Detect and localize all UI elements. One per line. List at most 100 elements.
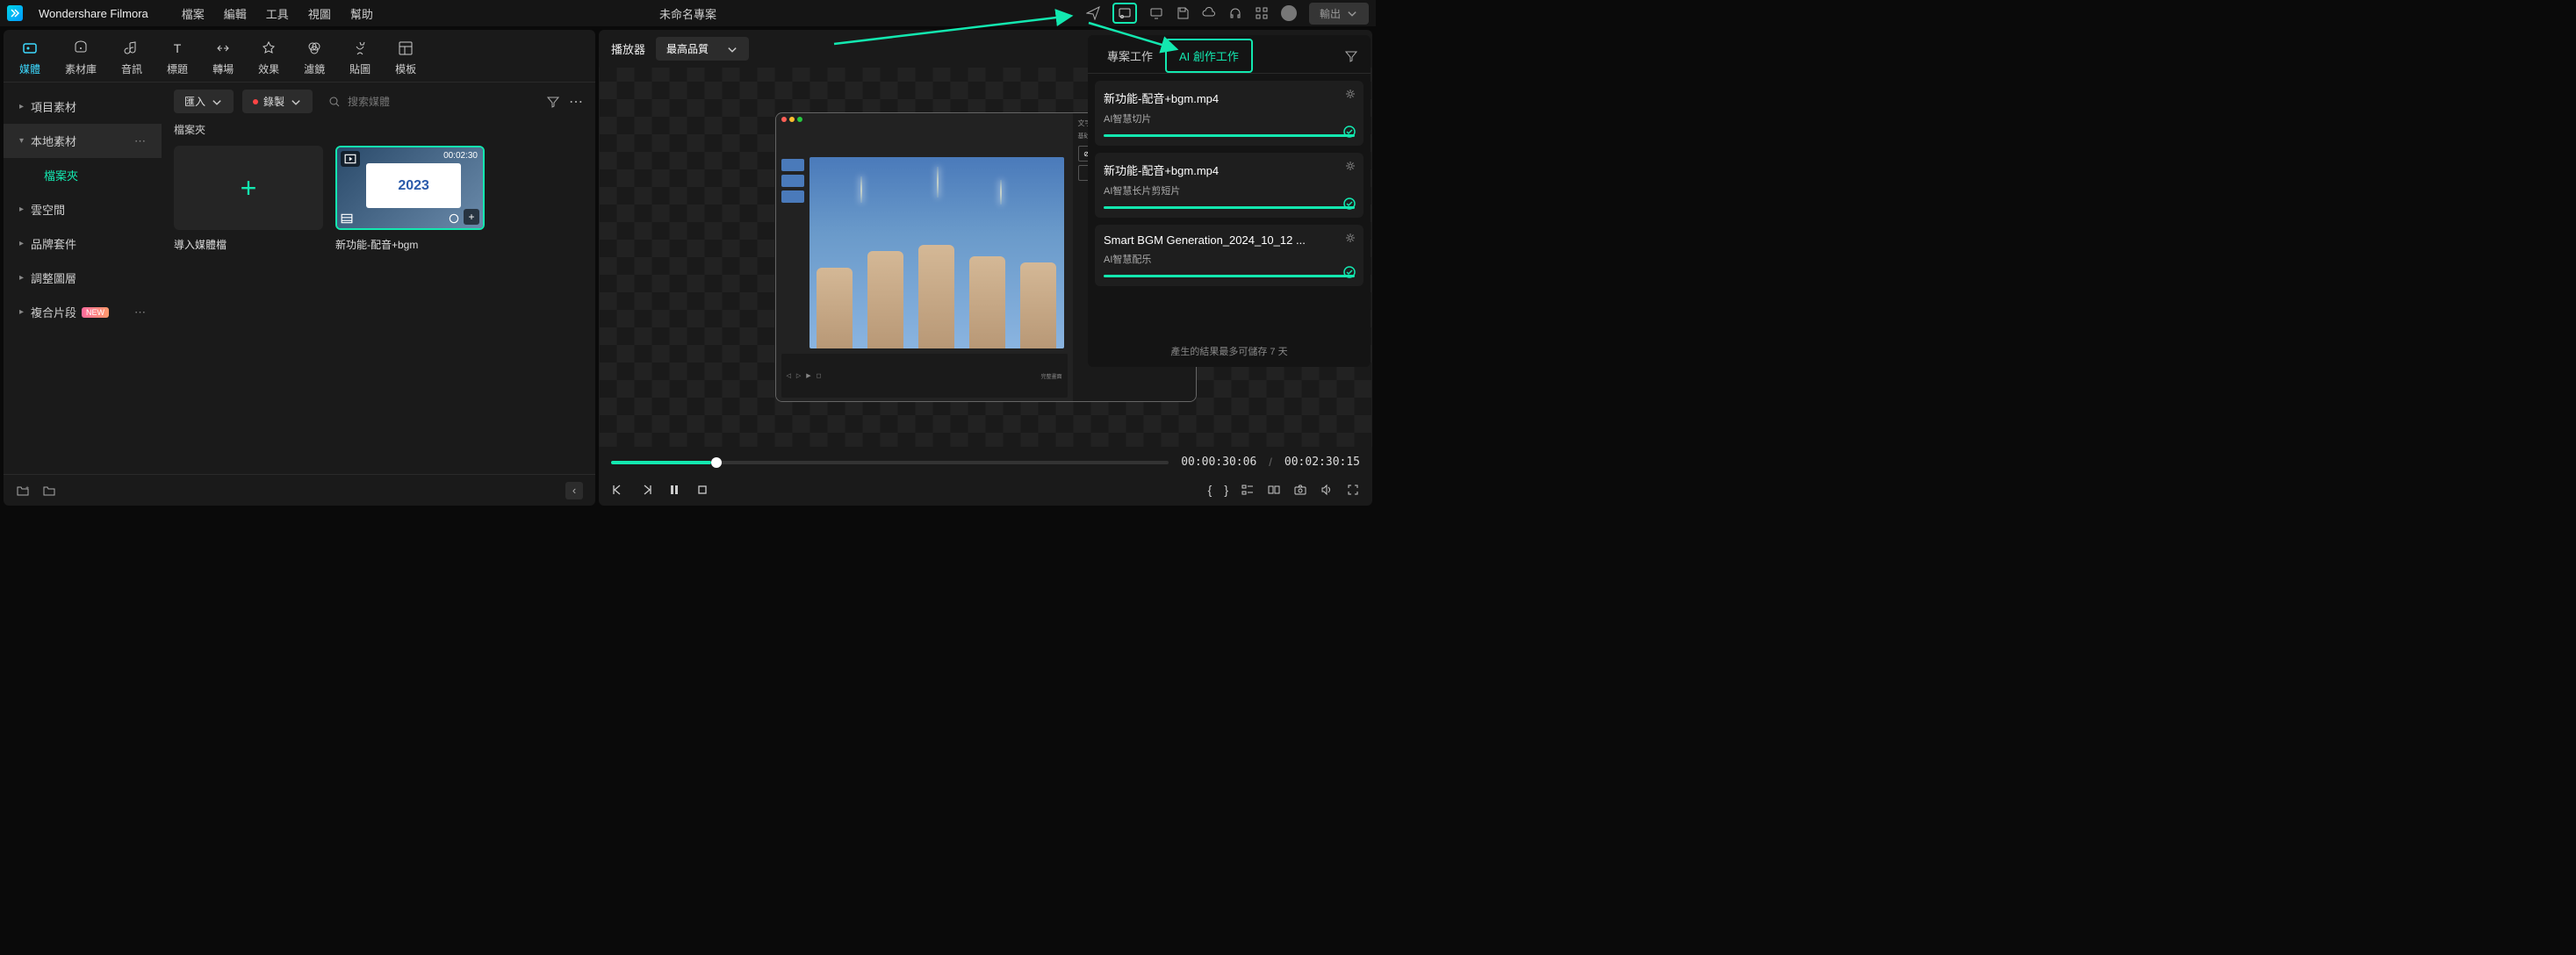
mark-out-icon[interactable]: } <box>1224 483 1228 497</box>
task-title: 新功能-配音+bgm.mp4 <box>1104 90 1355 106</box>
task-list: 新功能-配音+bgm.mp4 AI智慧切片 新功能-配音+bgm.mp4 AI智… <box>1088 74 1371 293</box>
task-item[interactable]: Smart BGM Generation_2024_10_12 ... AI智慧… <box>1095 225 1364 286</box>
chevron-right-icon: ▸ <box>19 205 24 214</box>
scrubber[interactable] <box>611 461 1169 464</box>
media-clip[interactable]: 2023 00:02:30 + 新功能-配音+bgm <box>335 146 485 252</box>
check-icon <box>1342 125 1356 139</box>
sidebar-item-folder[interactable]: 檔案夾 <box>4 158 162 192</box>
gear-icon[interactable] <box>1344 88 1356 100</box>
search-input[interactable] <box>348 96 530 108</box>
link-icon[interactable] <box>448 212 460 225</box>
tab-titles[interactable]: T標題 <box>167 39 188 76</box>
task-item[interactable]: 新功能-配音+bgm.mp4 AI智慧切片 <box>1095 81 1364 146</box>
sidebar-item-compound[interactable]: ▸複合片段NEW⋯ <box>4 295 162 329</box>
monitor-icon[interactable] <box>1149 6 1163 20</box>
headphones-icon[interactable] <box>1228 6 1242 20</box>
tab-media[interactable]: 媒體 <box>19 39 40 76</box>
sidebar-item-cloud[interactable]: ▸雲空間 <box>4 192 162 226</box>
sidebar-item-brand[interactable]: ▸品牌套件 <box>4 226 162 261</box>
next-frame-icon[interactable] <box>639 483 653 497</box>
sidebar-item-project[interactable]: ▸項目素材 <box>4 90 162 124</box>
send-icon[interactable] <box>1086 6 1100 20</box>
tab-effects[interactable]: 效果 <box>258 39 279 76</box>
cloud-icon[interactable] <box>1202 6 1216 20</box>
snapshot-icon[interactable] <box>1293 483 1307 497</box>
menu-help[interactable]: 幫助 <box>350 5 373 22</box>
clip-name: 新功能-配音+bgm <box>335 237 485 252</box>
record-dropdown[interactable]: 錄製 <box>242 90 313 113</box>
gear-icon[interactable] <box>1344 232 1356 244</box>
task-item[interactable]: 新功能-配音+bgm.mp4 AI智慧长片剪短片 <box>1095 153 1364 218</box>
check-icon <box>1342 265 1356 279</box>
tab-filters[interactable]: 濾鏡 <box>304 39 325 76</box>
tab-stickers[interactable]: 貼圖 <box>349 39 371 76</box>
fullscreen-icon[interactable] <box>1346 483 1360 497</box>
tab-project-tasks[interactable]: 專案工作 <box>1095 40 1165 71</box>
filter-icon[interactable] <box>546 95 560 109</box>
chevron-right-icon: ▸ <box>19 273 24 283</box>
ai-tasks-panel: 專案工作 AI 創作工作 新功能-配音+bgm.mp4 AI智慧切片 新功能-配… <box>1088 35 1371 367</box>
templates-icon <box>396 39 415 58</box>
clip-duration: 00:02:30 <box>443 151 478 161</box>
menu-file[interactable]: 檔案 <box>182 5 205 22</box>
section-label: 檔案夾 <box>174 122 583 137</box>
app-title: Wondershare Filmora <box>39 7 148 20</box>
stop-icon[interactable] <box>695 483 709 497</box>
filmstrip-icon <box>341 212 353 225</box>
user-avatar[interactable] <box>1281 5 1297 21</box>
search-icon <box>328 96 341 108</box>
export-button[interactable]: 輸出 <box>1309 3 1369 25</box>
folder-icon[interactable] <box>42 484 56 498</box>
import-card[interactable]: + 導入媒體檔 <box>174 146 323 252</box>
mark-in-icon[interactable]: { <box>1208 483 1212 497</box>
tab-stock[interactable]: 素材庫 <box>65 39 97 76</box>
menu-tools[interactable]: 工具 <box>266 5 289 22</box>
player-label: 播放器 <box>611 40 645 57</box>
tasks-icon[interactable] <box>1112 3 1137 24</box>
sidebar-item-local[interactable]: ▾本地素材⋯ <box>4 124 162 158</box>
grid-icon[interactable] <box>1255 6 1269 20</box>
collapse-sidebar-icon[interactable]: ‹ <box>565 482 583 499</box>
gear-icon[interactable] <box>1344 160 1356 172</box>
tab-ai-tasks[interactable]: AI 創作工作 <box>1165 39 1253 73</box>
more-icon[interactable]: ⋯ <box>134 305 146 320</box>
quality-dropdown[interactable]: 最高品質 <box>656 37 749 61</box>
scrubber-handle[interactable] <box>711 457 722 468</box>
task-progress <box>1104 275 1355 277</box>
tab-audio[interactable]: 音訊 <box>121 39 142 76</box>
more-icon[interactable]: ⋯ <box>134 134 146 148</box>
filter-icon[interactable] <box>1339 44 1364 68</box>
svg-text:+: + <box>25 485 29 492</box>
clip-type-icon <box>341 151 360 167</box>
effects-icon <box>259 39 278 58</box>
task-progress <box>1104 134 1355 137</box>
pause-icon[interactable] <box>667 483 681 497</box>
preview-video <box>809 157 1064 348</box>
tab-transitions[interactable]: 轉場 <box>212 39 234 76</box>
menu-view[interactable]: 視圖 <box>308 5 331 22</box>
task-subtitle: AI智慧切片 <box>1104 111 1355 126</box>
task-subtitle: AI智慧配乐 <box>1104 252 1355 266</box>
import-dropdown[interactable]: 匯入 <box>174 90 234 113</box>
volume-icon[interactable] <box>1320 483 1334 497</box>
save-icon[interactable] <box>1176 6 1190 20</box>
tab-templates[interactable]: 模板 <box>395 39 416 76</box>
new-badge: NEW <box>82 307 109 318</box>
project-title: 未命名專案 <box>659 5 716 22</box>
tool-tabs: 媒體 素材庫 音訊 T標題 轉場 效果 濾鏡 貼圖 模板 <box>4 30 595 83</box>
ai-panel-footer: 產生的結果最多可儲存 7 天 <box>1088 344 1371 358</box>
new-folder-icon[interactable]: + <box>16 484 30 498</box>
chevron-right-icon: ▸ <box>19 102 24 111</box>
sidebar-item-adjust[interactable]: ▸調整圖層 <box>4 261 162 295</box>
compare-icon[interactable] <box>1267 483 1281 497</box>
chevron-right-icon: ▸ <box>19 307 24 317</box>
prev-frame-icon[interactable] <box>611 483 625 497</box>
task-progress <box>1104 206 1355 209</box>
menu-edit[interactable]: 編輯 <box>224 5 247 22</box>
check-icon <box>1342 197 1356 211</box>
add-to-timeline-icon[interactable]: + <box>464 209 479 225</box>
clip-list-icon[interactable] <box>1241 483 1255 497</box>
scrubber-bar: 00:00:30:06 / 00:02:30:15 <box>599 447 1372 478</box>
app-logo-icon <box>7 5 23 21</box>
more-icon[interactable]: ⋯ <box>569 93 583 111</box>
